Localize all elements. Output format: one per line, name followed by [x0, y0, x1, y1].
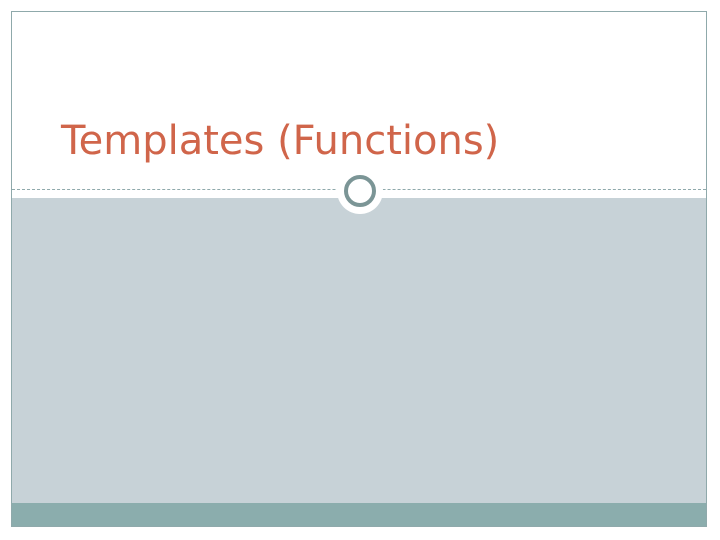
footer-bar — [12, 503, 706, 526]
slide-title: Templates (Functions) — [61, 118, 500, 164]
slide-frame: Templates (Functions) — [11, 11, 707, 527]
content-panel — [12, 198, 706, 503]
circle-ornament-icon — [337, 168, 383, 214]
ring-icon — [344, 175, 376, 207]
